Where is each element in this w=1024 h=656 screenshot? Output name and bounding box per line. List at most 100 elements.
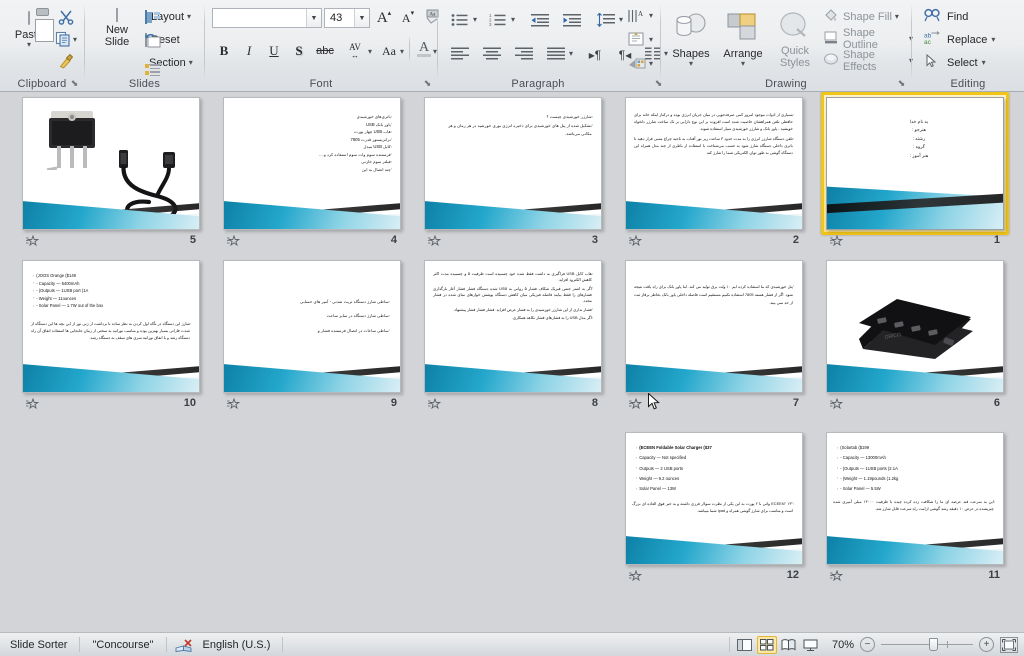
character-spacing-button[interactable]: AV ↔ (341, 40, 369, 62)
shape-outline-button[interactable]: Shape Outline ▾ (823, 27, 913, 51)
slide-canvas[interactable]: › بسیاری از ادوات موجود امروز کمی صرفه‌جو… (625, 97, 803, 230)
replace-chevron-down-icon[interactable]: ▾ (991, 35, 995, 44)
transition-star-icon[interactable] (830, 235, 844, 247)
underline-button[interactable]: U (263, 40, 285, 62)
align-text-button[interactable] (626, 30, 648, 52)
line-spacing-button[interactable] (594, 10, 618, 32)
drawing-dialog-launcher[interactable]: ⬊ (896, 78, 907, 89)
bullets-button[interactable] (448, 10, 472, 32)
slide-canvas[interactable]: › ساطی شارژ دستگاه ثریت شدنی - آمپر های ح… (223, 260, 401, 393)
transition-star-icon[interactable] (629, 398, 643, 410)
select-button[interactable]: Select ▾ (922, 52, 1010, 73)
zoom-slider[interactable] (881, 638, 973, 651)
spellcheck-status[interactable] (167, 636, 201, 654)
slide-sorter-view-button[interactable] (756, 635, 777, 654)
increase-indent-button[interactable] (560, 10, 584, 32)
slide-thumbnail-11[interactable]: › (Solartab ($199 › - Capacity — 13000mAh … (826, 432, 1012, 582)
transition-star-icon[interactable] (227, 398, 241, 410)
arrange-button[interactable]: Arrange ▾ (718, 8, 768, 68)
text-direction-button[interactable]: A (626, 6, 648, 28)
reading-view-button[interactable] (779, 636, 799, 654)
character-spacing-chevron-down-icon[interactable]: ▾ (368, 48, 372, 56)
strikethrough-button[interactable]: abc (312, 40, 338, 62)
shrink-font-button[interactable]: A ▾ (397, 7, 419, 29)
copy-chevron-down-icon[interactable]: ▾ (73, 36, 77, 44)
decrease-indent-button[interactable] (528, 10, 552, 32)
text-direction-chevron-down-icon[interactable]: ▾ (649, 12, 653, 20)
align-center-button[interactable] (480, 44, 504, 66)
align-text-chevron-down-icon[interactable]: ▾ (649, 36, 653, 44)
numbering-button[interactable]: 1 2 3 (486, 10, 510, 32)
zoom-slider-thumb[interactable] (929, 638, 938, 651)
slide-canvas[interactable]: › پنل خورشیدی که ما استفاده کرده ایم ۱۰ و… (625, 260, 803, 393)
slide-thumbnail-7[interactable]: › پنل خورشیدی که ما استفاده کرده ایم ۱۰ و… (625, 260, 811, 410)
slide-thumbnail-9[interactable]: › ساطی شارژ دستگاه ثریت شدنی - آمپر های ح… (223, 260, 409, 410)
font-size-combobox[interactable]: 43 ▼ (324, 8, 370, 28)
slide-thumbnail-6[interactable]: ORICO 6 (826, 260, 1012, 410)
convert-to-smartart-chevron-down-icon[interactable]: ▾ (649, 60, 653, 68)
left-to-right-button[interactable]: ▸¶ (582, 44, 608, 66)
font-size-chevron-down-icon[interactable]: ▼ (354, 9, 369, 27)
change-case-chevron-down-icon[interactable]: ▾ (400, 48, 404, 56)
arrange-chevron-down-icon[interactable]: ▾ (741, 60, 745, 68)
transition-star-icon[interactable] (26, 235, 40, 247)
shapes-button[interactable]: Shapes ▾ (667, 8, 715, 68)
slide-canvas[interactable]: › هاب کابل USB فراگیری به داشت فقط شده خو… (424, 260, 602, 393)
shape-effects-button[interactable]: Shape Effects ▾ (823, 49, 913, 73)
new-slide-button[interactable]: New Slide (93, 6, 141, 48)
shape-fill-button[interactable]: Shape Fill ▾ (823, 7, 909, 27)
align-right-button[interactable] (512, 44, 536, 66)
zoom-out-button[interactable]: − (860, 637, 875, 652)
transition-star-icon[interactable] (428, 398, 442, 410)
slide-thumbnail-10[interactable]: › (JOOS Orange ($149 › - Capacity — 5400mA… (22, 260, 208, 410)
slide-thumbnail-5[interactable]: 5 (22, 97, 208, 247)
clipboard-dialog-launcher[interactable]: ⬊ (69, 78, 80, 89)
slide-thumbnail-1[interactable]: به نام خدا هنرجو : رشته : گروه : هنر آمو… (821, 92, 1012, 247)
transition-star-icon[interactable] (227, 235, 241, 247)
transition-star-icon[interactable] (830, 570, 844, 582)
slide-thumbnail-3[interactable]: › شارژر خورشیدی چیست ؟ › تشکیل شده از پنل … (424, 97, 610, 247)
slide-canvas[interactable]: ORICO (826, 260, 1004, 393)
bold-button[interactable]: B (213, 40, 235, 62)
numbering-chevron-down-icon[interactable]: ▾ (511, 16, 515, 24)
grow-font-button[interactable]: A ▴ (373, 7, 395, 29)
font-dialog-launcher[interactable]: ⬊ (422, 78, 433, 89)
slide-thumbnail-8[interactable]: › هاب کابل USB فراگیری به داشت فقط شده خو… (424, 260, 610, 410)
transition-star-icon[interactable] (26, 398, 40, 410)
layout-button[interactable]: Layout ▾ (145, 6, 200, 27)
slide-canvas[interactable]: به نام خدا هنرجو : رشته : گروه : هنر آمو… (826, 97, 1004, 230)
paste-button[interactable]: Paste ▾ (6, 8, 52, 49)
replace-button[interactable]: ab ac Replace ▾ (922, 29, 1017, 50)
layout-chevron-down-icon[interactable]: ▾ (187, 12, 191, 21)
select-chevron-down-icon[interactable]: ▾ (982, 58, 986, 67)
paste-chevron-down-icon[interactable]: ▾ (27, 41, 31, 49)
slide-canvas[interactable]: › (ECEEN Foldable Solar Charger ($37 › Cap… (625, 432, 803, 565)
cut-button[interactable] (55, 8, 77, 28)
transition-star-icon[interactable] (629, 235, 643, 247)
zoom-in-button[interactable]: + (979, 637, 994, 652)
section-chevron-down-icon[interactable]: ▾ (189, 58, 193, 67)
slide-canvas[interactable] (22, 97, 200, 230)
text-shadow-button[interactable]: S (288, 40, 310, 62)
status-theme-name[interactable]: "Concourse" (80, 636, 165, 654)
shape-fill-chevron-down-icon[interactable]: ▾ (895, 13, 899, 21)
slide-show-button[interactable] (801, 636, 821, 654)
copy-button[interactable]: ▾ (55, 30, 85, 50)
status-language[interactable]: English (U.S.) (201, 636, 283, 654)
justify-chevron-down-icon[interactable]: ▾ (569, 50, 573, 58)
zoom-level-label[interactable]: 70% (826, 636, 860, 654)
normal-view-button[interactable] (735, 636, 755, 654)
italic-button[interactable]: I (238, 40, 260, 62)
section-button[interactable]: Section ▾ (145, 52, 203, 77)
format-painter-button[interactable] (55, 52, 77, 72)
reset-button[interactable]: Reset (145, 29, 195, 50)
fit-slide-to-window-button[interactable] (1000, 636, 1018, 653)
transition-star-icon[interactable] (629, 570, 643, 582)
convert-to-smartart-button[interactable] (626, 54, 648, 76)
slide-canvas[interactable]: › باتری‌های خورشیدی › پاور بانک USB › هاب U… (223, 97, 401, 230)
bullets-chevron-down-icon[interactable]: ▾ (473, 16, 477, 24)
slide-canvas[interactable]: › (JOOS Orange ($149 › - Capacity — 5400mA… (22, 260, 200, 393)
transition-star-icon[interactable] (428, 235, 442, 247)
align-left-button[interactable] (448, 44, 472, 66)
shapes-chevron-down-icon[interactable]: ▾ (689, 60, 693, 68)
